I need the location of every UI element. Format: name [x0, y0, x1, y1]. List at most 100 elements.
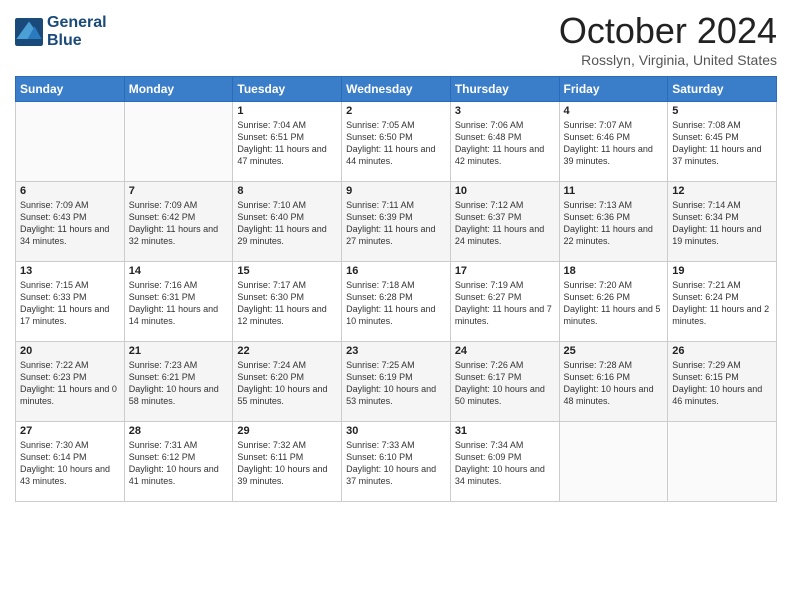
calendar-subtitle: Rosslyn, Virginia, United States	[559, 52, 777, 68]
calendar-cell: 26 Sunrise: 7:29 AM Sunset: 6:15 PM Dayli…	[668, 342, 777, 422]
cell-info: Sunrise: 7:23 AM Sunset: 6:21 PM Dayligh…	[129, 359, 229, 408]
calendar-cell: 16 Sunrise: 7:18 AM Sunset: 6:28 PM Dayli…	[342, 262, 451, 342]
day-number: 24	[455, 345, 555, 357]
calendar-cell: 3 Sunrise: 7:06 AM Sunset: 6:48 PM Daylig…	[450, 102, 559, 182]
weekday-header-friday: Friday	[559, 77, 668, 102]
cell-info: Sunrise: 7:24 AM Sunset: 6:20 PM Dayligh…	[237, 359, 337, 408]
calendar-cell: 31 Sunrise: 7:34 AM Sunset: 6:09 PM Dayli…	[450, 422, 559, 502]
cell-info: Sunrise: 7:04 AM Sunset: 6:51 PM Dayligh…	[237, 119, 337, 168]
calendar-cell: 30 Sunrise: 7:33 AM Sunset: 6:10 PM Dayli…	[342, 422, 451, 502]
calendar-cell: 9 Sunrise: 7:11 AM Sunset: 6:39 PM Daylig…	[342, 182, 451, 262]
calendar-cell: 6 Sunrise: 7:09 AM Sunset: 6:43 PM Daylig…	[16, 182, 125, 262]
logo: General Blue	[15, 14, 107, 49]
cell-info: Sunrise: 7:19 AM Sunset: 6:27 PM Dayligh…	[455, 279, 555, 328]
day-number: 3	[455, 105, 555, 117]
weekday-header-thursday: Thursday	[450, 77, 559, 102]
calendar-week-row: 13Sunrise: 7:15 AM Sunset: 6:33 PM Dayli…	[16, 262, 777, 342]
day-number: 25	[564, 345, 664, 357]
cell-info: Sunrise: 7:25 AM Sunset: 6:19 PM Dayligh…	[346, 359, 446, 408]
cell-info: Sunrise: 7:14 AM Sunset: 6:34 PM Dayligh…	[672, 199, 772, 248]
calendar-cell: 8Sunrise: 7:10 AM Sunset: 6:40 PM Daylig…	[233, 182, 342, 262]
calendar-table: SundayMondayTuesdayWednesdayThursdayFrid…	[15, 76, 777, 502]
cell-info: Sunrise: 7:21 AM Sunset: 6:24 PM Dayligh…	[672, 279, 772, 328]
calendar-cell: 14Sunrise: 7:16 AM Sunset: 6:31 PM Dayli…	[124, 262, 233, 342]
calendar-cell: 2Sunrise: 7:05 AM Sunset: 6:50 PM Daylig…	[342, 102, 451, 182]
day-number: 13	[20, 265, 120, 277]
day-number: 19	[672, 265, 772, 277]
calendar-cell: 21 Sunrise: 7:23 AM Sunset: 6:21 PM Dayli…	[124, 342, 233, 422]
day-number: 21	[129, 345, 229, 357]
calendar-week-row: 20Sunrise: 7:22 AM Sunset: 6:23 PM Dayli…	[16, 342, 777, 422]
cell-info: Sunrise: 7:17 AM Sunset: 6:30 PM Dayligh…	[237, 279, 337, 328]
day-number: 18	[564, 265, 664, 277]
calendar-title: October 2024	[559, 10, 777, 52]
cell-info: Sunrise: 7:29 AM Sunset: 6:15 PM Dayligh…	[672, 359, 772, 408]
cell-info: Sunrise: 7:09 AM Sunset: 6:43 PM Dayligh…	[20, 199, 120, 248]
calendar-cell: 19 Sunrise: 7:21 AM Sunset: 6:24 PM Dayli…	[668, 262, 777, 342]
cell-info: Sunrise: 7:34 AM Sunset: 6:09 PM Dayligh…	[455, 439, 555, 488]
weekday-header-saturday: Saturday	[668, 77, 777, 102]
day-number: 17	[455, 265, 555, 277]
day-number: 9	[346, 185, 446, 197]
cell-info: Sunrise: 7:18 AM Sunset: 6:28 PM Dayligh…	[346, 279, 446, 328]
cell-info: Sunrise: 7:10 AM Sunset: 6:40 PM Dayligh…	[237, 199, 337, 248]
day-number: 30	[346, 425, 446, 437]
calendar-cell: 25 Sunrise: 7:28 AM Sunset: 6:16 PM Dayli…	[559, 342, 668, 422]
calendar-cell: 1 Sunrise: 7:04 AM Sunset: 6:51 PM Daylig…	[233, 102, 342, 182]
day-number: 28	[129, 425, 229, 437]
day-number: 26	[672, 345, 772, 357]
day-number: 2	[346, 105, 446, 117]
calendar-cell: 5 Sunrise: 7:08 AM Sunset: 6:45 PM Daylig…	[668, 102, 777, 182]
calendar-week-row: 1 Sunrise: 7:04 AM Sunset: 6:51 PM Daylig…	[16, 102, 777, 182]
calendar-cell: 20Sunrise: 7:22 AM Sunset: 6:23 PM Dayli…	[16, 342, 125, 422]
day-number: 29	[237, 425, 337, 437]
calendar-cell: 24Sunrise: 7:26 AM Sunset: 6:17 PM Dayli…	[450, 342, 559, 422]
calendar-cell: 15 Sunrise: 7:17 AM Sunset: 6:30 PM Dayli…	[233, 262, 342, 342]
calendar-cell: 17 Sunrise: 7:19 AM Sunset: 6:27 PM Dayli…	[450, 262, 559, 342]
cell-info: Sunrise: 7:20 AM Sunset: 6:26 PM Dayligh…	[564, 279, 664, 328]
day-number: 11	[564, 185, 664, 197]
day-number: 15	[237, 265, 337, 277]
weekday-header-monday: Monday	[124, 77, 233, 102]
calendar-body: 1 Sunrise: 7:04 AM Sunset: 6:51 PM Daylig…	[16, 102, 777, 502]
title-area: October 2024 Rosslyn, Virginia, United S…	[559, 10, 777, 68]
calendar-cell: 12 Sunrise: 7:14 AM Sunset: 6:34 PM Dayli…	[668, 182, 777, 262]
weekday-header-sunday: Sunday	[16, 77, 125, 102]
day-number: 1	[237, 105, 337, 117]
cell-info: Sunrise: 7:22 AM Sunset: 6:23 PM Dayligh…	[20, 359, 120, 408]
calendar-cell: 7 Sunrise: 7:09 AM Sunset: 6:42 PM Daylig…	[124, 182, 233, 262]
cell-info: Sunrise: 7:32 AM Sunset: 6:11 PM Dayligh…	[237, 439, 337, 488]
calendar-cell	[124, 102, 233, 182]
cell-info: Sunrise: 7:09 AM Sunset: 6:42 PM Dayligh…	[129, 199, 229, 248]
calendar-cell: 10Sunrise: 7:12 AM Sunset: 6:37 PM Dayli…	[450, 182, 559, 262]
day-number: 12	[672, 185, 772, 197]
day-number: 31	[455, 425, 555, 437]
cell-info: Sunrise: 7:31 AM Sunset: 6:12 PM Dayligh…	[129, 439, 229, 488]
logo-icon	[15, 18, 43, 46]
calendar-cell	[668, 422, 777, 502]
cell-info: Sunrise: 7:13 AM Sunset: 6:36 PM Dayligh…	[564, 199, 664, 248]
calendar-cell: 11 Sunrise: 7:13 AM Sunset: 6:36 PM Dayli…	[559, 182, 668, 262]
day-number: 7	[129, 185, 229, 197]
calendar-cell: 27Sunrise: 7:30 AM Sunset: 6:14 PM Dayli…	[16, 422, 125, 502]
cell-info: Sunrise: 7:11 AM Sunset: 6:39 PM Dayligh…	[346, 199, 446, 248]
weekday-header-wednesday: Wednesday	[342, 77, 451, 102]
calendar-header: SundayMondayTuesdayWednesdayThursdayFrid…	[16, 77, 777, 102]
day-number: 4	[564, 105, 664, 117]
day-number: 5	[672, 105, 772, 117]
weekday-header-tuesday: Tuesday	[233, 77, 342, 102]
day-number: 16	[346, 265, 446, 277]
logo-text: General Blue	[47, 14, 107, 49]
day-number: 6	[20, 185, 120, 197]
calendar-cell	[16, 102, 125, 182]
cell-info: Sunrise: 7:08 AM Sunset: 6:45 PM Dayligh…	[672, 119, 772, 168]
page-header: General Blue October 2024 Rosslyn, Virgi…	[15, 10, 777, 68]
calendar-cell: 23 Sunrise: 7:25 AM Sunset: 6:19 PM Dayli…	[342, 342, 451, 422]
calendar-week-row: 6 Sunrise: 7:09 AM Sunset: 6:43 PM Daylig…	[16, 182, 777, 262]
calendar-cell: 28 Sunrise: 7:31 AM Sunset: 6:12 PM Dayli…	[124, 422, 233, 502]
cell-info: Sunrise: 7:06 AM Sunset: 6:48 PM Dayligh…	[455, 119, 555, 168]
day-number: 23	[346, 345, 446, 357]
day-number: 27	[20, 425, 120, 437]
cell-info: Sunrise: 7:33 AM Sunset: 6:10 PM Dayligh…	[346, 439, 446, 488]
cell-info: Sunrise: 7:28 AM Sunset: 6:16 PM Dayligh…	[564, 359, 664, 408]
